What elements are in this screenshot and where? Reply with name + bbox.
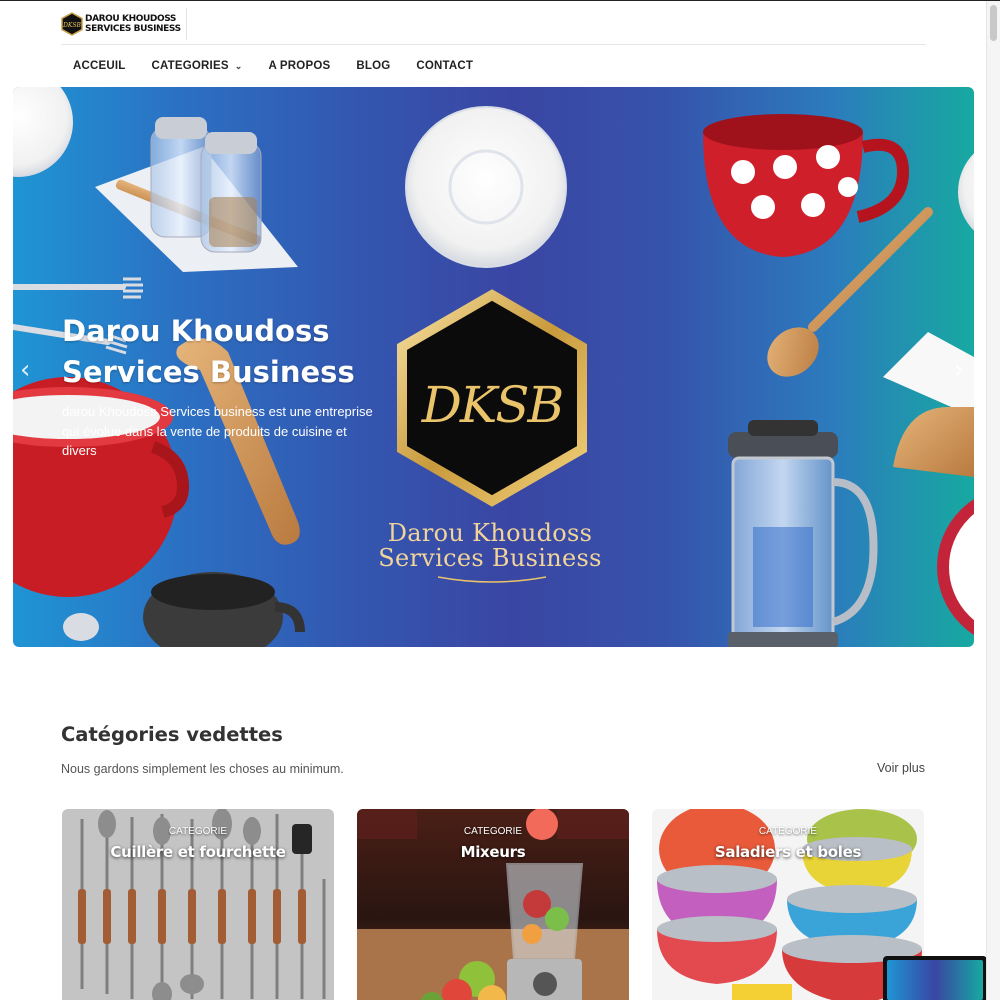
logo-text-line1: DAROU KHOUDOSS: [85, 14, 177, 24]
category-card-cutlery[interactable]: CATEGORIE Cuillère et fourchette: [62, 809, 334, 1000]
spoon-bottom: [63, 613, 99, 641]
see-more-link[interactable]: Voir plus: [877, 761, 925, 775]
hero-description: darou Khoudoss Services business est une…: [62, 404, 373, 458]
brand-wordmark-line2: Services Business: [378, 544, 602, 572]
nav-item-contact[interactable]: CONTACT: [416, 58, 473, 74]
card-kicker: CATEGORIE: [463, 826, 523, 837]
nav-item-acceuil[interactable]: ACCEUIL: [73, 58, 126, 74]
chevron-down-icon: ⌄: [234, 60, 243, 71]
card-kicker: CATEGORIE: [168, 826, 228, 837]
nav-item-label: CONTACT: [416, 60, 474, 72]
logo-text: DAROU KHOUDOSS SERVICES BUSINESS: [85, 14, 181, 34]
nav-item-categories[interactable]: CATEGORIES ⌄: [152, 58, 243, 74]
plate-edge-right: [958, 153, 974, 231]
header-divider: [61, 44, 926, 45]
featured-categories-subtitle: Nous gardons simplement les choses au mi…: [61, 762, 344, 776]
red-polka-cup: [703, 114, 910, 257]
logo-text-line2: SERVICES BUSINESS: [85, 24, 181, 34]
nav-item-label: BLOG: [356, 60, 391, 72]
hero-slider[interactable]: DKSB Darou Khoudoss Services Business da…: [13, 87, 974, 647]
salt-pepper-shakers: [95, 117, 298, 272]
featured-categories-title: Catégories vedettes: [61, 723, 283, 746]
card-kicker: CATEGORIE: [758, 826, 818, 837]
emblem-monogram: DKSB: [421, 376, 563, 434]
site-logo[interactable]: DKSB DAROU KHOUDOSS SERVICES BUSINESS: [61, 8, 187, 40]
nav-item-a-propos[interactable]: A PROPOS: [268, 58, 330, 74]
page: DKSB DAROU KHOUDOSS SERVICES BUSINESS AC…: [0, 0, 1000, 1000]
page-preview-thumbnail[interactable]: [883, 956, 987, 1000]
slider-next-icon[interactable]: ›: [954, 355, 964, 385]
logo-hex-icon: DKSB: [61, 12, 83, 36]
plate-edge-bottomright: [937, 499, 974, 635]
nav-item-label: A PROPOS: [268, 60, 331, 72]
card-title: Mixeurs: [460, 843, 526, 861]
blender-image: [357, 809, 629, 1000]
logo-monogram: DKSB: [62, 22, 81, 29]
scrollbar-thumb[interactable]: [990, 5, 997, 41]
category-card-blenders[interactable]: CATEGORIE Mixeurs: [357, 809, 629, 1000]
cutlery-image: [62, 809, 334, 1000]
brand-wordmark-line1: Darou Khoudoss: [387, 519, 593, 547]
brand-wordmark: Darou Khoudoss Services Business: [375, 521, 605, 571]
site-header: DKSB DAROU KHOUDOSS SERVICES BUSINESS AC…: [61, 2, 926, 86]
white-saucer: [405, 106, 567, 268]
nav-item-blog[interactable]: BLOG: [356, 58, 390, 74]
slider-prev-icon[interactable]: ‹: [20, 355, 30, 385]
wordmark-flourish: [437, 576, 547, 583]
grey-cup: [143, 572, 305, 647]
main-nav: ACCEUIL CATEGORIES ⌄ A PROPOS BLOG CONTAC…: [61, 58, 487, 74]
french-press: [728, 420, 878, 647]
plate-edge-topleft: [13, 87, 73, 177]
card-title: Saladiers et boles: [714, 843, 862, 861]
napkin-holder: [883, 332, 974, 477]
nav-item-label: CATEGORIES: [151, 60, 229, 72]
hero-title: Darou Khoudoss Services Business: [62, 314, 355, 389]
card-title: Cuillère et fourchette: [110, 843, 286, 861]
vertical-scrollbar[interactable]: [986, 1, 1000, 1000]
page-preview-image: [887, 960, 983, 1000]
nav-item-label: ACCEUIL: [73, 60, 126, 72]
